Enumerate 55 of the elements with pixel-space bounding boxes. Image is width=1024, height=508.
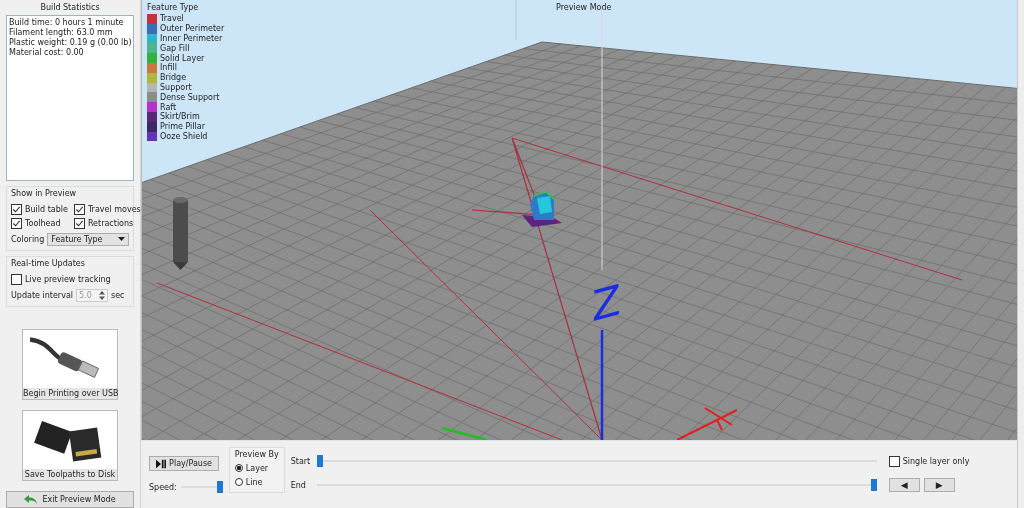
usb-print-button[interactable]: Begin Printing over USB (22, 328, 118, 401)
x-axis-drawing (676, 407, 738, 440)
slider-thumb[interactable] (316, 455, 323, 467)
legend-label: Inner Perimeter (160, 34, 223, 43)
speed-label: Speed: (149, 482, 177, 492)
y-axis-drawing (441, 426, 488, 440)
3d-viewport[interactable]: Z Feature Type Travel Outer Perimeter Inner Perimeter Gap Fill Solid Layer Infill Bridge Support Dense Support Raft Skirt/Brim Prime Pillar Ooze Shield Preview Mode (141, 0, 1017, 440)
statistic-text: Material cost: 0.00 (9, 48, 85, 58)
legend-label: Dense Support (160, 92, 220, 102)
axis-label: Z (592, 274, 621, 332)
legend-label: Support (160, 82, 192, 92)
legend-title: Feature Type (147, 3, 200, 13)
checkbox[interactable]: Toolhead (11, 217, 68, 230)
legend-label: Travel (160, 14, 184, 24)
legend-label: Prime Pillar (160, 122, 205, 132)
slider-thumb[interactable] (870, 479, 877, 491)
legend-label: Raft (160, 102, 177, 112)
panel-title: Build Statistics (39, 2, 101, 14)
checkbox[interactable]: Live preview tracking (11, 273, 129, 286)
coloring-label: Coloring (11, 234, 45, 244)
legend-label: Ooze Shield (160, 131, 208, 141)
legend-label: Gap Fill (160, 43, 190, 53)
exit-preview-button[interactable]: Exit Preview Mode (6, 491, 134, 508)
next-layer-button[interactable]: ▶ (923, 478, 955, 492)
back-arrow-icon (24, 494, 39, 505)
save-to-disk-button[interactable]: Save Toolpaths to Disk (22, 410, 118, 482)
statistic-text: Build time: 0 hours 1 minute (9, 18, 125, 28)
group-title: Real-time Updates (11, 257, 86, 270)
legend-label: Solid Layer (160, 53, 205, 63)
print-model-drawing (522, 191, 562, 227)
checkbox[interactable]: Single layer only (888, 455, 970, 467)
legend-label: Skirt/Brim (160, 112, 200, 122)
slider-thumb[interactable] (216, 481, 223, 493)
group-title: Preview By (234, 449, 279, 461)
previous-layer-button[interactable]: ◀ (888, 478, 920, 492)
caret-icon (118, 237, 125, 242)
play-pause-icon (156, 458, 167, 469)
unit-label: sec (111, 290, 125, 300)
checkbox[interactable]: Retractions (73, 217, 141, 230)
end-label: End (290, 480, 307, 490)
legend-label: Bridge (160, 73, 187, 83)
play-pause-button[interactable]: Play/Pause (149, 456, 219, 471)
statistic-text: Filament length: 63.0 mm (9, 28, 114, 38)
coloring-dropdown[interactable]: Feature Type (47, 232, 129, 246)
view-mode-title: Preview Mode (556, 3, 612, 12)
statistic-text: Plastic weight: 0.19 g (0.00 lb) (9, 38, 131, 48)
start-label: Start (290, 456, 309, 466)
radio-button[interactable]: Line (234, 475, 279, 489)
group-title: Show in Preview (11, 187, 78, 200)
checkbox[interactable]: Travel moves (73, 203, 141, 216)
legend-label: Outer Perimeter (160, 24, 225, 34)
radio-button[interactable]: Layer (234, 461, 279, 475)
legend-label: Infill (160, 63, 177, 73)
checkbox[interactable]: Build table (11, 203, 68, 216)
interval-label: Update interval (11, 290, 73, 300)
